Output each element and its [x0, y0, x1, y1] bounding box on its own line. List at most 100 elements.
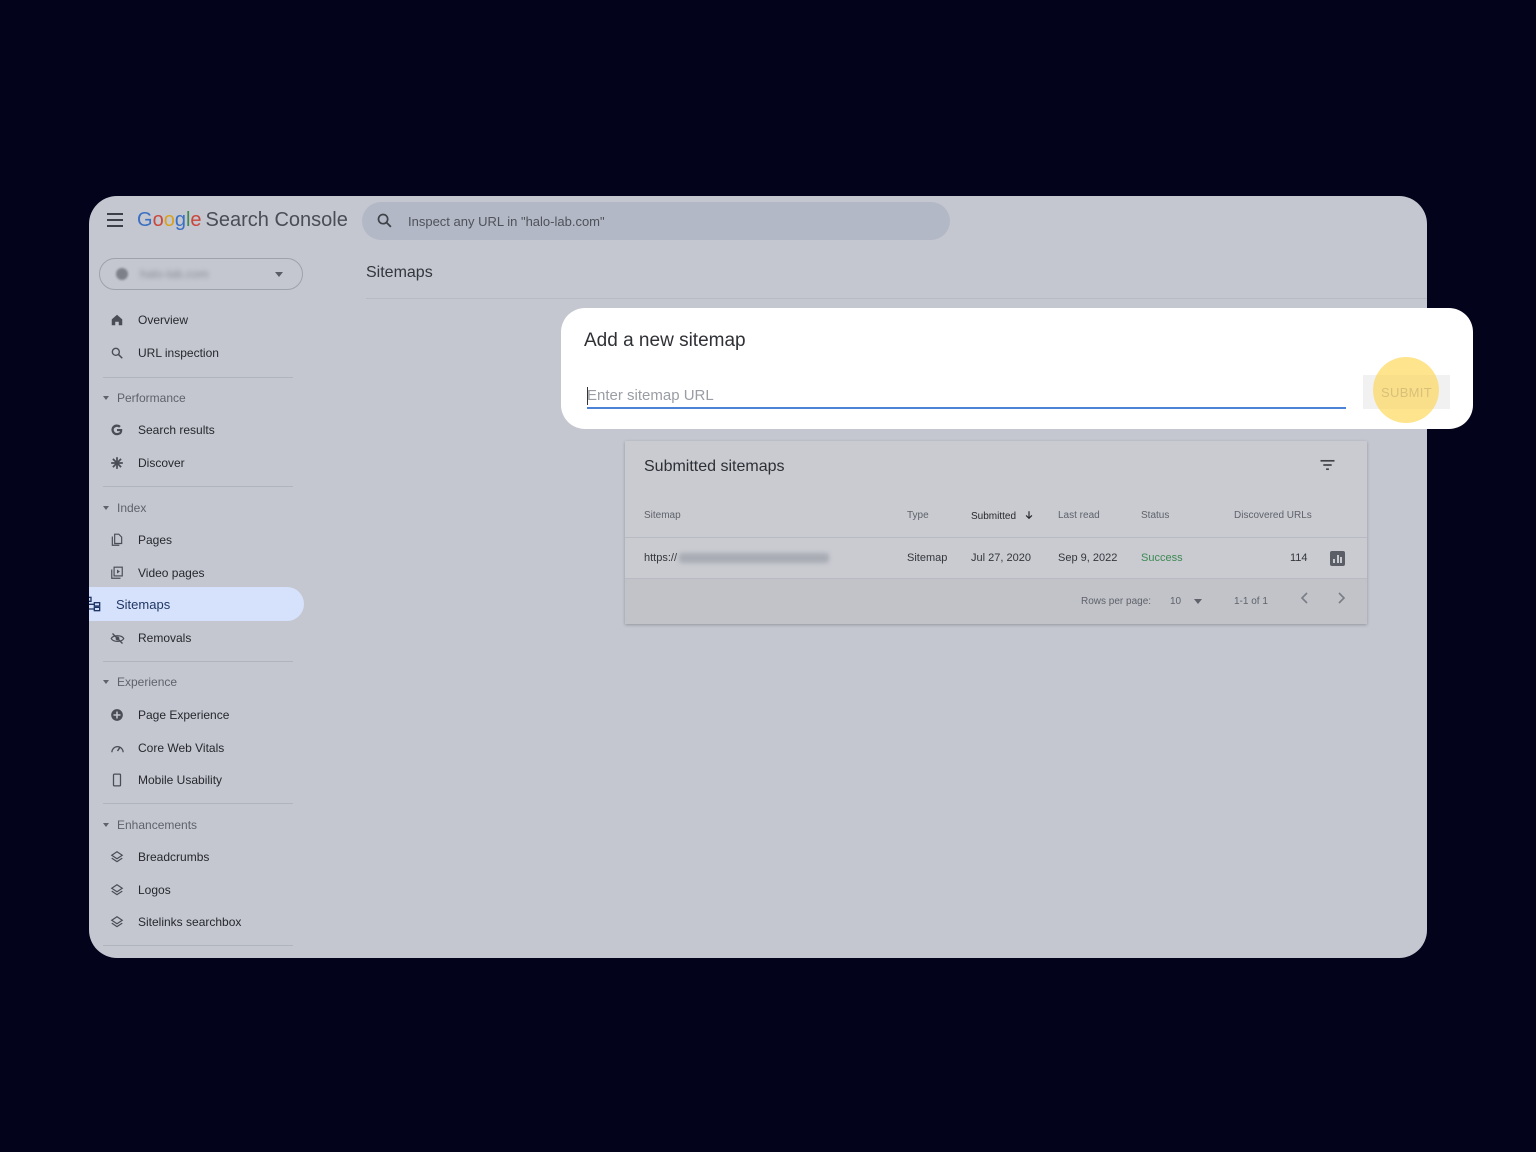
text-cursor — [587, 387, 588, 405]
section-label: Index — [117, 501, 147, 515]
layers-icon — [109, 882, 125, 898]
sidebar-section-performance[interactable]: Performance — [103, 388, 186, 408]
pagination-range: 1-1 of 1 — [1234, 596, 1268, 607]
table-cell-sitemap[interactable]: https:// — [644, 552, 830, 564]
gauge-icon — [109, 740, 125, 756]
logo-letter: e — [190, 209, 202, 231]
rows-per-page-select[interactable]: 10 — [1170, 596, 1181, 607]
sitemap-icon — [89, 596, 101, 612]
sidebar-item-pages[interactable]: Pages — [103, 524, 303, 556]
caret-down-icon — [275, 272, 283, 277]
sidebar-item-label: Page Experience — [138, 708, 230, 722]
sidebar-section-enhancements[interactable]: Enhancements — [103, 815, 197, 835]
plus-circle-icon — [109, 707, 125, 723]
section-label: Experience — [117, 675, 178, 689]
sidebar-item-label: Video pages — [138, 566, 205, 580]
sitemap-url-prefix: https:// — [644, 552, 678, 564]
column-header-status[interactable]: Status — [1141, 510, 1169, 521]
property-domain: halo-lab.com — [140, 267, 209, 281]
sidebar-item-discover[interactable]: Discover — [103, 447, 303, 479]
menu-icon[interactable] — [107, 213, 123, 227]
table-cell-discovered: 114 — [1290, 552, 1308, 564]
search-icon — [377, 213, 392, 228]
property-favicon-icon — [116, 268, 128, 280]
sidebar-section-experience[interactable]: Experience — [103, 672, 177, 692]
bar-chart-icon[interactable] — [1330, 551, 1345, 566]
dialog-title: Add a new sitemap — [584, 330, 746, 351]
table-cell-submitted: Jul 27, 2020 — [971, 552, 1031, 564]
pages-icon — [109, 532, 125, 548]
sidebar-item-label: Breadcrumbs — [138, 850, 210, 864]
sidebar-item-label: Logos — [138, 883, 171, 897]
url-inspection-search[interactable] — [362, 202, 950, 240]
sidebar-section-index[interactable]: Index — [103, 498, 146, 518]
sidebar-item-label: Overview — [138, 313, 189, 327]
logo-letter: G — [137, 209, 153, 231]
sidebar-item-removals[interactable]: Removals — [103, 622, 303, 654]
logo-letter: g — [174, 209, 186, 231]
sidebar-item-core-web-vitals[interactable]: Core Web Vitals — [103, 732, 303, 764]
column-header-label: Submitted — [971, 511, 1017, 522]
column-header-type[interactable]: Type — [907, 510, 929, 521]
google-g-icon — [109, 422, 125, 438]
column-header-discovered-urls[interactable]: Discovered URLs — [1234, 510, 1312, 521]
sitemap-url-input[interactable] — [587, 383, 1346, 409]
logo-letter: o — [152, 209, 164, 231]
sidebar-item-sitelinks-searchbox[interactable]: Sitelinks searchbox — [103, 906, 303, 938]
arrow-down-icon — [1025, 511, 1033, 520]
table-cell-last-read: Sep 9, 2022 — [1058, 552, 1118, 564]
sidebar-item-sitemaps[interactable]: Sitemaps — [89, 587, 304, 621]
section-label: Enhancements — [117, 818, 198, 832]
logo-letter: o — [163, 209, 175, 231]
caret-down-icon — [103, 823, 109, 827]
caret-down-icon[interactable] — [1194, 599, 1202, 604]
rows-per-page-label: Rows per page: — [1081, 596, 1152, 607]
card-title: Submitted sitemaps — [644, 458, 785, 475]
page-title: Sitemaps — [366, 264, 433, 281]
section-label: Performance — [117, 391, 186, 405]
phone-icon — [109, 772, 125, 788]
sidebar-item-page-experience[interactable]: Page Experience — [103, 699, 303, 731]
title-divider — [366, 298, 1427, 299]
url-inspection-input[interactable] — [408, 202, 928, 240]
sidebar-item-label: Sitemaps — [116, 596, 171, 612]
sidebar-item-label: Removals — [138, 631, 192, 645]
column-header-last-read[interactable]: Last read — [1058, 510, 1100, 521]
add-sitemap-dialog: Add a new sitemap SUBMIT — [561, 308, 1473, 429]
video-pages-icon — [109, 565, 125, 581]
sidebar-item-label: Search results — [138, 423, 215, 437]
sidebar-item-label: Sitelinks searchbox — [138, 915, 242, 929]
chevron-right-icon[interactable] — [1336, 591, 1346, 605]
sidebar-item-mobile-usability[interactable]: Mobile Usability — [103, 764, 303, 796]
sidebar-item-logos[interactable]: Logos — [103, 874, 303, 906]
sidebar-item-label: Pages — [138, 533, 173, 547]
caret-down-icon — [103, 396, 109, 400]
caret-down-icon — [103, 506, 109, 510]
sidebar-item-label: Mobile Usability — [138, 773, 223, 787]
sidebar-divider — [103, 661, 293, 662]
chevron-left-icon[interactable] — [1300, 591, 1310, 605]
sidebar-item-label: URL inspection — [138, 346, 219, 360]
column-header-submitted[interactable]: Submitted — [971, 510, 1034, 522]
layers-icon — [109, 849, 125, 865]
layers-icon — [109, 914, 125, 930]
logo-product-name: Search Console — [205, 209, 348, 231]
search-icon — [109, 345, 125, 361]
sidebar-item-url-inspection[interactable]: URL inspection — [103, 337, 303, 369]
sidebar-divider — [103, 486, 293, 487]
sidebar-item-video-pages[interactable]: Video pages — [103, 557, 303, 589]
sidebar-item-search-results[interactable]: Search results — [103, 414, 303, 446]
search-console-logo[interactable]: Google Search Console — [137, 209, 348, 232]
caret-down-icon — [103, 680, 109, 684]
sidebar-item-overview[interactable]: Overview — [103, 304, 303, 336]
sidebar-item-label: Core Web Vitals — [138, 741, 225, 755]
sidebar-item-breadcrumbs[interactable]: Breadcrumbs — [103, 841, 303, 873]
submit-button[interactable]: SUBMIT — [1363, 375, 1450, 409]
filter-icon[interactable] — [1319, 458, 1336, 472]
table-rule — [625, 537, 1367, 538]
sidebar-divider — [103, 803, 293, 804]
sidebar-item-label: Discover — [138, 456, 185, 470]
column-header-sitemap[interactable]: Sitemap — [644, 510, 681, 521]
table-cell-type: Sitemap — [907, 552, 948, 564]
property-selector[interactable]: halo-lab.com — [99, 258, 303, 290]
